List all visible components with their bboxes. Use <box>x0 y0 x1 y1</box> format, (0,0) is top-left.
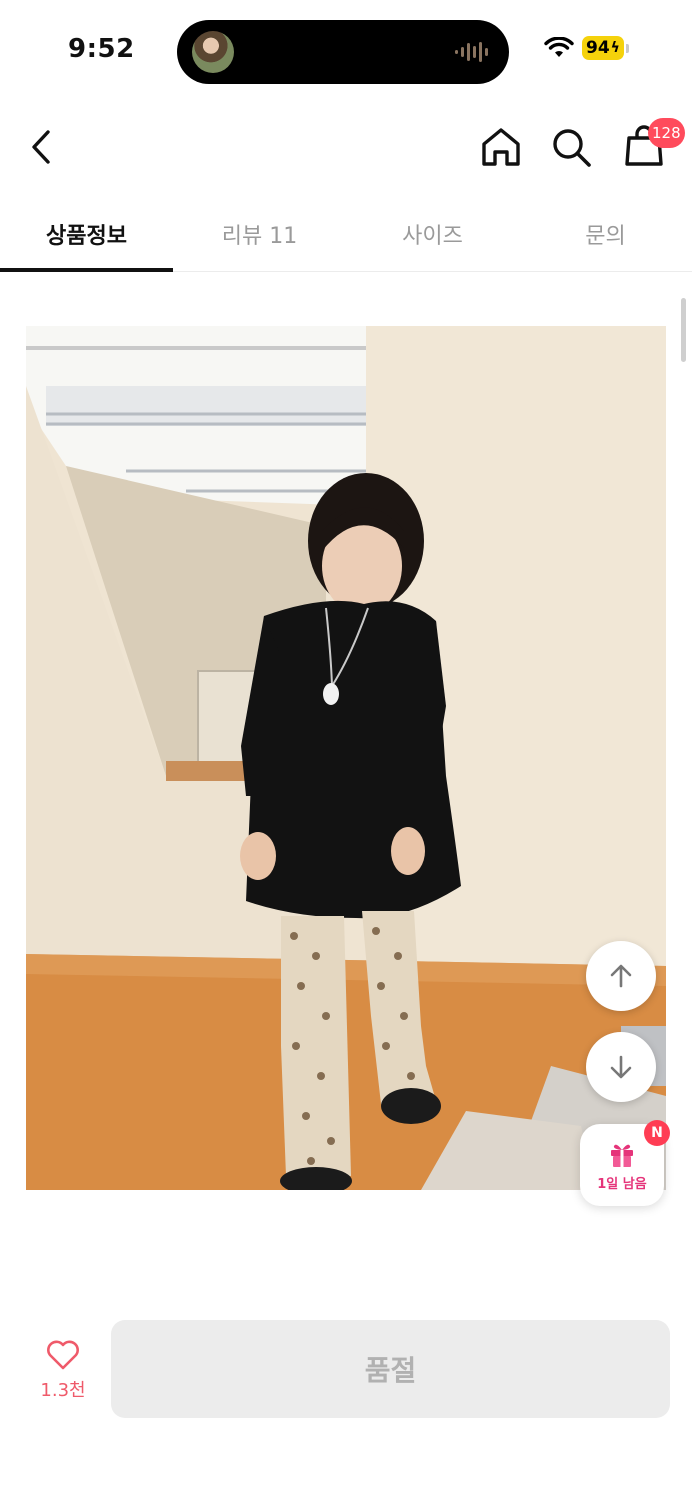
product-photo-illustration <box>26 326 666 1190</box>
home-icon[interactable] <box>478 124 524 170</box>
tab-inquiry[interactable]: 문의 <box>519 196 692 271</box>
search-icon[interactable] <box>548 124 594 170</box>
like-count: 1.3천 <box>40 1380 86 1401</box>
heart-icon <box>47 1340 79 1370</box>
battery-nub <box>625 43 629 53</box>
arrow-down-icon <box>610 1055 632 1079</box>
scroll-down-button[interactable] <box>586 1032 656 1102</box>
now-playing-artwork <box>192 31 234 73</box>
charging-bolt-icon: ϟ <box>610 40 620 56</box>
new-badge: N <box>644 1120 670 1146</box>
cart-count-badge: 128 <box>648 118 685 148</box>
battery-indicator: 94 ϟ <box>582 36 624 60</box>
chevron-left-icon[interactable] <box>20 122 64 172</box>
gift-icon <box>611 1144 633 1167</box>
wifi-icon <box>544 37 574 57</box>
audio-waveform-icon <box>455 42 488 62</box>
scroll-indicator[interactable] <box>681 298 686 362</box>
dynamic-island[interactable] <box>177 20 509 84</box>
status-indicators: 94 ϟ <box>544 36 629 60</box>
tab-product-info[interactable]: 상품정보 <box>0 196 173 272</box>
status-time: 9:52 <box>68 34 135 64</box>
like-button[interactable]: 1.3천 <box>28 1340 98 1410</box>
top-nav <box>0 100 692 195</box>
tab-size[interactable]: 사이즈 <box>346 196 519 271</box>
sold-out-button[interactable]: 품절 <box>111 1320 670 1418</box>
product-tabs: 상품정보 리뷰 11 사이즈 문의 <box>0 196 692 272</box>
arrow-up-icon <box>610 964 632 988</box>
gift-remaining-label: 1일 남음 <box>597 1176 647 1192</box>
battery-level: 94 <box>586 38 610 58</box>
status-bar: 9:52 94 ϟ <box>0 0 692 100</box>
scroll-up-button[interactable] <box>586 941 656 1011</box>
product-photo <box>26 326 666 1190</box>
tab-reviews[interactable]: 리뷰 11 <box>173 196 346 271</box>
